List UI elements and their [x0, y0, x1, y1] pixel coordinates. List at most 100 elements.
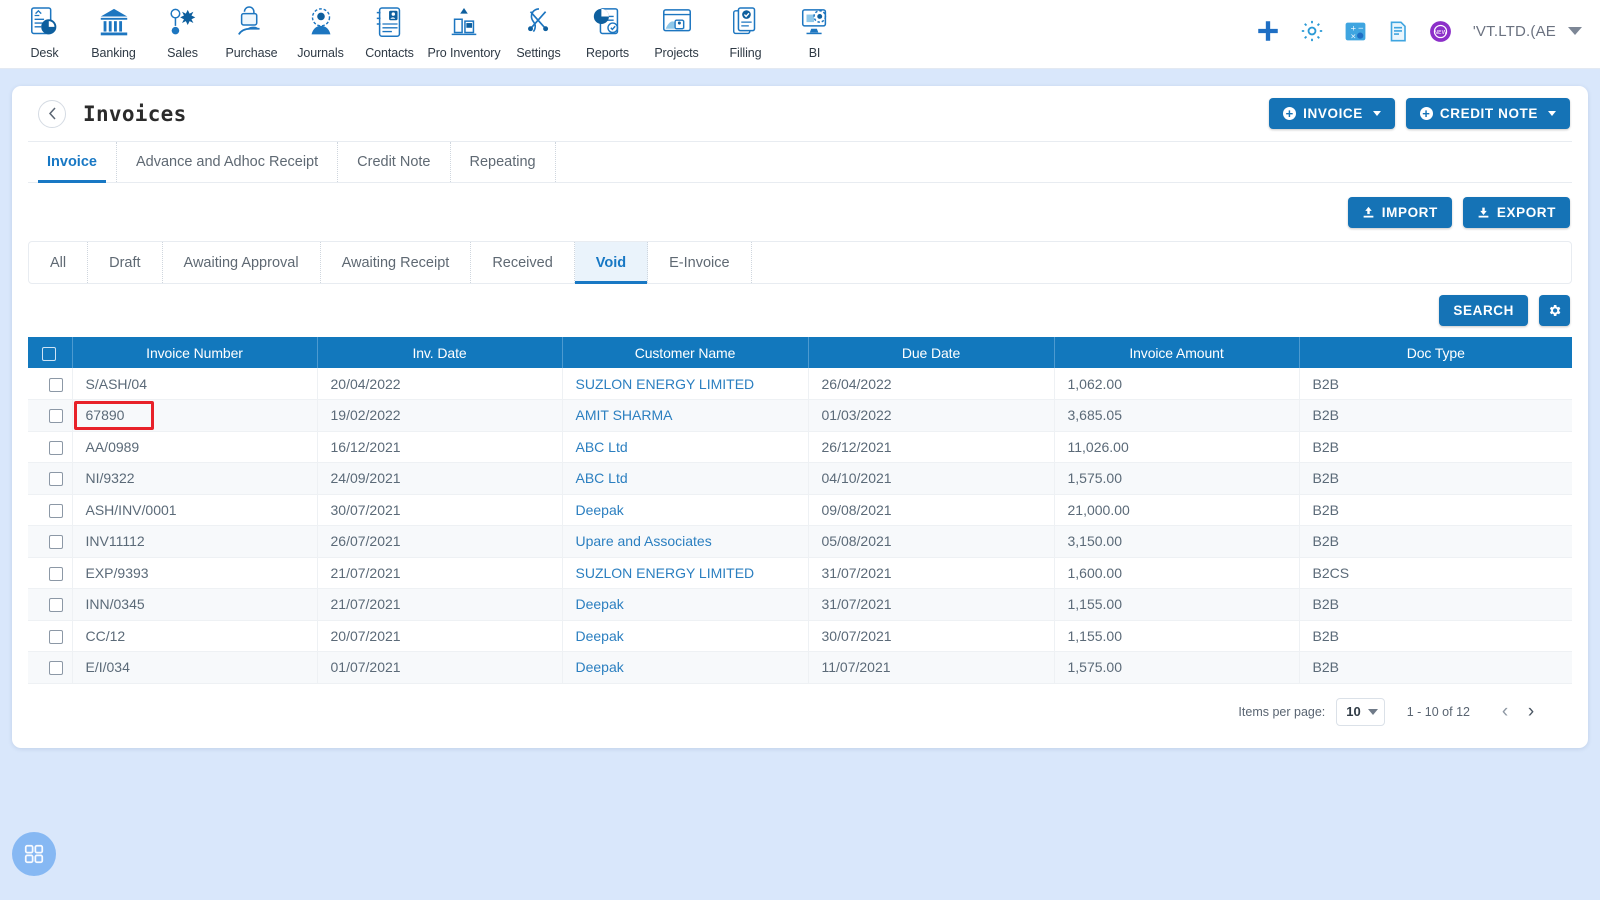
nav-item-pro-inventory[interactable]: Pro Inventory [424, 3, 504, 60]
status-tab-received[interactable]: Received [471, 242, 575, 283]
cell-customer-name[interactable]: AMIT SHARMA [562, 399, 809, 432]
cell-invoice-number[interactable]: E/I/034 [72, 651, 318, 684]
cell-invoice-number[interactable]: NI/9322 [72, 462, 318, 495]
row-checkbox[interactable] [48, 472, 63, 487]
cell-invoice-number[interactable]: EXP/9393 [72, 557, 318, 589]
nav-item-bi[interactable]: BI [780, 3, 849, 60]
nav-item-banking[interactable]: Banking [79, 3, 148, 60]
customer-name-link[interactable]: SUZLON ENERGY LIMITED [576, 565, 755, 581]
table-row[interactable]: CC/12 20/07/2021 Deepak 30/07/2021 1,155.00 B… [28, 620, 1572, 652]
row-select-cell[interactable] [28, 557, 73, 589]
table-row[interactable]: ASH/INV/0001 30/07/2021 Deepak 09/08/2021 21… [28, 494, 1572, 526]
row-select-cell[interactable] [28, 431, 73, 463]
cell-invoice-number[interactable]: INN/0345 [72, 588, 318, 621]
nav-item-filling[interactable]: Filling [711, 3, 780, 60]
table-row[interactable]: EXP/9393 21/07/2021 SUZLON ENERGY LIMITED 3… [28, 557, 1572, 589]
nav-item-projects[interactable]: Projects [642, 3, 711, 60]
help-badge-icon[interactable]: NEW [1428, 19, 1453, 44]
table-row[interactable]: E/I/034 01/07/2021 Deepak 11/07/2021 1,575.0… [28, 651, 1572, 684]
cell-customer-name[interactable]: Upare and Associates [562, 525, 809, 558]
cell-customer-name[interactable]: SUZLON ENERGY LIMITED [562, 368, 809, 400]
row-select-cell[interactable] [28, 588, 73, 621]
customer-name-link[interactable]: ABC Ltd [576, 470, 628, 486]
row-checkbox[interactable] [48, 598, 63, 613]
select-all-checkbox[interactable] [42, 346, 57, 361]
previous-page-button[interactable]: ‹ [1492, 699, 1518, 725]
column-header-inv-date[interactable]: Inv. Date [317, 337, 563, 368]
back-button[interactable] [38, 99, 66, 128]
cell-customer-name[interactable]: Deepak [562, 651, 809, 684]
customer-name-link[interactable]: Deepak [576, 596, 624, 612]
status-tab-e-invoice[interactable]: E-Invoice [648, 242, 752, 283]
row-checkbox[interactable] [48, 377, 63, 392]
row-checkbox[interactable] [48, 629, 63, 644]
row-select-cell[interactable] [28, 651, 73, 684]
table-row[interactable]: S/ASH/04 20/04/2022 SUZLON ENERGY LIMITED 2… [28, 368, 1572, 400]
nav-item-reports[interactable]: Reports [573, 3, 642, 60]
status-tab-draft[interactable]: Draft [88, 242, 163, 283]
column-header-customer-name[interactable]: Customer Name [562, 337, 809, 368]
status-tab-awaiting-approval[interactable]: Awaiting Approval [163, 242, 321, 283]
nav-item-purchase[interactable]: Purchase [217, 3, 286, 60]
nav-item-sales[interactable]: Sales [148, 3, 217, 60]
nav-item-desk[interactable]: Desk [10, 3, 79, 60]
apps-launcher-button[interactable] [12, 832, 56, 876]
customer-name-link[interactable]: ABC Ltd [576, 439, 628, 455]
column-header-doc-type[interactable]: Doc Type [1299, 337, 1572, 368]
gear-icon[interactable] [1299, 18, 1325, 44]
plus-icon[interactable] [1255, 18, 1281, 44]
customer-name-link[interactable]: Deepak [576, 628, 624, 644]
status-tab-awaiting-receipt[interactable]: Awaiting Receipt [321, 242, 472, 283]
cell-customer-name[interactable]: Deepak [562, 588, 809, 621]
row-checkbox[interactable] [48, 566, 63, 581]
cell-customer-name[interactable]: ABC Ltd [562, 431, 809, 463]
status-tab-all[interactable]: All [29, 242, 89, 283]
nav-item-journals[interactable]: Journals [286, 3, 355, 60]
table-row[interactable]: NI/9322 24/09/2021 ABC Ltd 04/10/2021 1,575.… [28, 462, 1572, 495]
new-invoice-button[interactable]: + INVOICE [1269, 98, 1395, 129]
row-select-cell[interactable] [28, 399, 73, 432]
customer-name-link[interactable]: Deepak [576, 659, 624, 675]
tab-credit-note[interactable]: Credit Note [338, 142, 451, 182]
row-checkbox[interactable] [48, 535, 63, 550]
row-select-cell[interactable] [28, 494, 73, 526]
status-tab-void[interactable]: Void [574, 242, 649, 284]
row-checkbox[interactable] [48, 661, 63, 676]
table-row[interactable]: 67890 19/02/2022 AMIT SHARMA 01/03/2022 3,68… [28, 399, 1572, 432]
table-row[interactable]: AA/0989 16/12/2021 ABC Ltd 26/12/2021 11,026… [28, 431, 1572, 463]
items-per-page-select[interactable]: 10 [1336, 697, 1385, 726]
cell-invoice-number[interactable]: INV11112 [72, 525, 318, 558]
tab-invoice[interactable]: Invoice [28, 142, 117, 183]
export-button[interactable]: EXPORT [1462, 196, 1570, 228]
customer-name-link[interactable]: Deepak [576, 502, 624, 518]
table-row[interactable]: INN/0345 21/07/2021 Deepak 31/07/2021 1,155.… [28, 588, 1572, 621]
cell-invoice-number[interactable]: ASH/INV/0001 [72, 494, 318, 526]
cell-customer-name[interactable]: ABC Ltd [562, 462, 809, 495]
row-select-cell[interactable] [28, 368, 73, 400]
nav-item-contacts[interactable]: Contacts [355, 3, 424, 60]
table-row[interactable]: INV11112 26/07/2021 Upare and Associates 05… [28, 525, 1572, 558]
cell-invoice-number[interactable]: CC/12 [72, 620, 318, 652]
next-page-button[interactable]: › [1518, 699, 1544, 725]
search-button[interactable]: SEARCH [1439, 295, 1528, 326]
row-select-cell[interactable] [28, 462, 73, 495]
calculator-icon[interactable]: + − × [1343, 19, 1368, 44]
notes-icon[interactable] [1386, 19, 1410, 44]
new-credit-note-button[interactable]: + CREDIT NOTE [1405, 98, 1570, 129]
cell-customer-name[interactable]: Deepak [562, 620, 809, 652]
tab-repeating[interactable]: Repeating [451, 142, 556, 182]
customer-name-link[interactable]: AMIT SHARMA [576, 407, 673, 423]
row-checkbox[interactable] [48, 440, 63, 455]
row-checkbox[interactable] [48, 503, 63, 518]
select-all-header[interactable] [28, 337, 73, 368]
column-header-due-date[interactable]: Due Date [808, 337, 1055, 368]
row-select-cell[interactable] [28, 620, 73, 652]
customer-name-link[interactable]: Upare and Associates [576, 533, 712, 549]
nav-item-settings[interactable]: Settings [504, 3, 573, 60]
company-selector[interactable]: 'VT.LTD.(AE [1473, 23, 1582, 40]
customer-name-link[interactable]: SUZLON ENERGY LIMITED [576, 376, 755, 392]
column-header-invoice-amount[interactable]: Invoice Amount [1054, 337, 1300, 368]
cell-invoice-number[interactable]: AA/0989 [72, 431, 318, 463]
row-select-cell[interactable] [28, 525, 73, 558]
cell-customer-name[interactable]: Deepak [562, 494, 809, 526]
